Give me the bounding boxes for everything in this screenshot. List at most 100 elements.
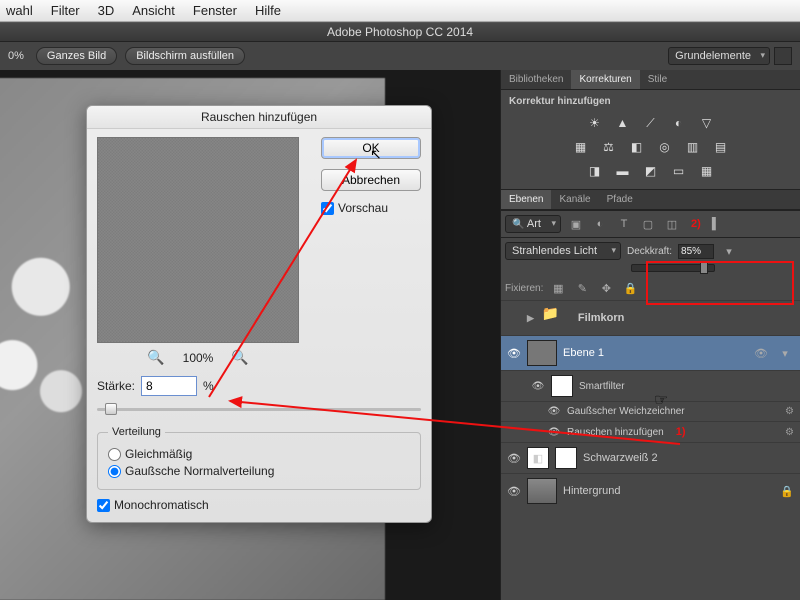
vibrance-icon[interactable]: ▽ xyxy=(697,115,717,131)
colorlookup-icon[interactable]: ▤ xyxy=(711,139,731,155)
distribution-gaussian[interactable]: Gaußsche Normalverteilung xyxy=(108,464,410,478)
bw-icon[interactable]: ◧ xyxy=(627,139,647,155)
radio-gaussian[interactable] xyxy=(108,465,121,478)
preview-checkbox-input[interactable] xyxy=(321,202,334,215)
layer-ebene1[interactable]: 👁 Ebene 1 👁 ▾ xyxy=(501,335,800,370)
add-noise-dialog: Rauschen hinzufügen OK Abbrechen Vorscha… xyxy=(86,105,432,523)
percent-label: % xyxy=(203,379,214,393)
smart-filter-header[interactable]: 👁 Smartfilter xyxy=(501,370,800,401)
tab-styles[interactable]: Stile xyxy=(640,70,675,89)
right-panels: Bibliotheken Korrekturen Stile Korrektur… xyxy=(500,70,800,600)
channel-mixer-icon[interactable]: ▥ xyxy=(683,139,703,155)
photo-filter-icon[interactable]: ◎ xyxy=(655,139,675,155)
opacity-label: Deckkraft: xyxy=(627,246,672,257)
fit-all-button[interactable]: Ganzes Bild xyxy=(36,47,117,65)
selective-color-icon[interactable]: ▦ xyxy=(697,163,717,179)
distribution-uniform[interactable]: Gleichmäßig xyxy=(108,447,410,461)
visibility-icon[interactable]: 👁 xyxy=(547,406,561,417)
chevron-down-icon[interactable]: ▾ xyxy=(776,345,794,361)
filter-shape-icon[interactable]: ▢ xyxy=(639,216,657,232)
exposure-icon[interactable]: ◐ xyxy=(669,115,689,131)
visibility-icon[interactable]: 👁 xyxy=(531,381,545,392)
monochromatic-label: Monochromatisch xyxy=(114,498,209,512)
smart-filter-gaussian[interactable]: 👁 Gaußscher Weichzeichner ⚙ xyxy=(501,401,800,421)
strength-input[interactable] xyxy=(141,376,197,396)
filter-type-icon[interactable]: T xyxy=(615,216,633,232)
menu-item[interactable]: Fenster xyxy=(193,3,237,18)
threshold-icon[interactable]: ◩ xyxy=(641,163,661,179)
cancel-button[interactable]: Abbrechen xyxy=(321,169,421,191)
menu-item[interactable]: Hilfe xyxy=(255,3,281,18)
layer-group-filmkorn[interactable]: ▶ 📁 Filmkorn xyxy=(501,300,800,335)
tab-adjustments[interactable]: Korrekturen xyxy=(571,70,639,89)
menu-item[interactable]: 3D xyxy=(98,3,115,18)
strength-slider[interactable] xyxy=(97,402,421,416)
lock-all-icon[interactable]: 🔒 xyxy=(621,280,639,296)
tab-paths[interactable]: Pfade xyxy=(599,190,641,209)
filter-adjust-icon[interactable]: ◐ xyxy=(591,216,609,232)
lock-pixels-icon[interactable]: ✎ xyxy=(573,280,591,296)
menu-item[interactable]: Filter xyxy=(51,3,80,18)
tab-layers[interactable]: Ebenen xyxy=(501,190,551,209)
blend-mode-dropdown[interactable]: Strahlendes Licht xyxy=(505,242,621,260)
filter-options-icon[interactable]: ⚙ xyxy=(785,427,794,438)
curves-icon[interactable]: ⟋ xyxy=(641,115,661,131)
macos-menubar[interactable]: wahl Filter 3D Ansicht Fenster Hilfe xyxy=(0,0,800,22)
layer-name: Ebene 1 xyxy=(563,347,604,359)
visibility-icon[interactable]: 👁 xyxy=(507,452,521,465)
opacity-value[interactable] xyxy=(678,244,714,259)
distribution-fieldset: Verteilung Gleichmäßig Gaußsche Normalve… xyxy=(97,426,421,490)
layer-background[interactable]: 👁 Hintergrund 🔒 xyxy=(501,473,800,508)
layer-name: Schwarzweiß 2 xyxy=(583,452,658,464)
layer-list: ▶ 📁 Filmkorn 👁 Ebene 1 👁 ▾ 👁 Smartfilter… xyxy=(501,300,800,508)
smart-filter-mask[interactable] xyxy=(551,375,573,397)
filter-options-icon[interactable]: ⚙ xyxy=(785,406,794,417)
noise-preview[interactable] xyxy=(97,137,299,343)
workspace-menu-icon[interactable] xyxy=(774,47,792,65)
visibility-icon[interactable]: 👁 xyxy=(547,427,561,438)
monochromatic-checkbox[interactable]: Monochromatisch xyxy=(97,498,421,512)
tab-channels[interactable]: Kanäle xyxy=(551,190,598,209)
brightness-icon[interactable]: ☀ xyxy=(585,115,605,131)
color-balance-icon[interactable]: ⚖ xyxy=(599,139,619,155)
radio-uniform[interactable] xyxy=(108,448,121,461)
strength-row: Stärke: % xyxy=(97,376,421,396)
hue-sat-icon[interactable]: ▦ xyxy=(571,139,591,155)
ok-button[interactable]: OK xyxy=(321,137,421,159)
menu-item[interactable]: Ansicht xyxy=(132,3,175,18)
zoom-out-icon[interactable]: 🔍 xyxy=(147,349,164,366)
layer-thumb xyxy=(527,340,557,366)
chevron-down-icon[interactable]: ▾ xyxy=(720,243,738,259)
disclosure-icon[interactable]: ▶ xyxy=(527,313,534,324)
zoom-value: 0% xyxy=(8,50,24,62)
layers-panel-tabs: Ebenen Kanäle Pfade xyxy=(501,190,800,210)
annotation-2: 2) xyxy=(691,218,701,230)
layer-filter-dropdown[interactable]: 🔍 Art xyxy=(505,215,561,233)
fill-screen-button[interactable]: Bildschirm ausfüllen xyxy=(125,47,245,65)
visibility-icon[interactable]: 👁 xyxy=(507,485,521,498)
menu-item[interactable]: wahl xyxy=(6,3,33,18)
layer-schwarzweiss[interactable]: 👁 ◧ Schwarzweiß 2 xyxy=(501,442,800,473)
invert-icon[interactable]: ◨ xyxy=(585,163,605,179)
folder-icon: 📁 xyxy=(542,305,572,331)
preview-checkbox[interactable]: Vorschau xyxy=(321,201,421,215)
filter-smart-icon[interactable]: ◫ xyxy=(663,216,681,232)
lock-transparency-icon[interactable]: ▦ xyxy=(549,280,567,296)
adjustments-panel-tabs: Bibliotheken Korrekturen Stile xyxy=(501,70,800,90)
tab-libraries[interactable]: Bibliotheken xyxy=(501,70,571,89)
adjustments-header: Korrektur hinzufügen xyxy=(509,96,792,107)
filter-pixel-icon[interactable]: ▣ xyxy=(567,216,585,232)
layer-mask[interactable] xyxy=(555,447,577,469)
filter-toggle-icon[interactable]: ▌ xyxy=(707,216,725,232)
lock-position-icon[interactable]: ✥ xyxy=(597,280,615,296)
posterize-icon[interactable]: ▬ xyxy=(613,163,633,179)
monochromatic-checkbox-input[interactable] xyxy=(97,499,110,512)
options-bar: 0% Ganzes Bild Bildschirm ausfüllen Grun… xyxy=(0,42,800,70)
dialog-title: Rauschen hinzufügen xyxy=(87,106,431,129)
visibility-icon[interactable]: 👁 xyxy=(507,347,521,360)
zoom-in-icon[interactable]: 🔍 xyxy=(231,349,248,366)
workspace-dropdown[interactable]: Grundelemente xyxy=(668,47,770,65)
levels-icon[interactable]: ▲ xyxy=(613,115,633,131)
smart-filter-noise[interactable]: 👁 Rauschen hinzufügen 1) ⚙ xyxy=(501,421,800,442)
gradient-map-icon[interactable]: ▭ xyxy=(669,163,689,179)
